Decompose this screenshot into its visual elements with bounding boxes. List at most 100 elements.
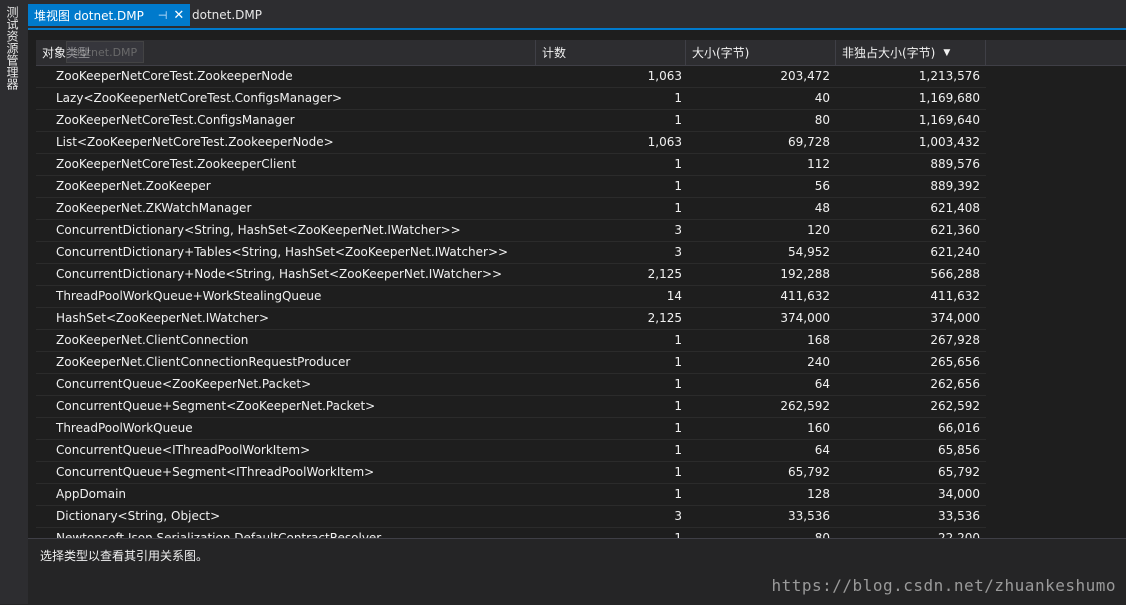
cell-size: 56: [814, 179, 830, 193]
test-explorer-tab[interactable]: 测试资源管理器: [4, 6, 21, 90]
cell-inclusive-size: 566,288: [930, 267, 980, 281]
cell-count: 3: [674, 245, 682, 259]
cell-count: 1: [674, 91, 682, 105]
table-row[interactable]: List<ZooKeeperNetCoreTest.ZookeeperNode>…: [36, 132, 986, 154]
table-row[interactable]: ZooKeeperNet.ZooKeeper 1 56 889,392: [36, 176, 986, 198]
cell-size: 33,536: [788, 509, 830, 523]
close-icon[interactable]: ✕: [173, 8, 184, 23]
cell-count: 1: [674, 377, 682, 391]
column-header-size[interactable]: 大小(字节): [686, 40, 836, 65]
cell-object-type: ConcurrentDictionary+Node<String, HashSe…: [56, 267, 503, 281]
grid-header: 对象类型 计数 大小(字节) 非独占大小(字节) ▼ dotnet.DMP: [36, 40, 1126, 66]
cell-count: 1: [674, 113, 682, 127]
table-row[interactable]: ZooKeeperNet.ZKWatchManager 1 48 621,408: [36, 198, 986, 220]
table-row[interactable]: Lazy<ZooKeeperNetCoreTest.ConfigsManager…: [36, 88, 986, 110]
cell-count: 1: [674, 465, 682, 479]
tab-label: dotnet.DMP: [192, 8, 263, 22]
cell-object-type: ThreadPoolWorkQueue+WorkStealingQueue: [56, 289, 322, 303]
cell-inclusive-size: 66,016: [938, 421, 980, 435]
table-row[interactable]: ThreadPoolWorkQueue+WorkStealingQueue 14 4…: [36, 286, 986, 308]
cell-size: 80: [814, 531, 830, 538]
table-row[interactable]: ZooKeeperNetCoreTest.ConfigsManager 1 80 1,…: [36, 110, 986, 132]
cell-inclusive-size: 262,656: [930, 377, 980, 391]
pin-icon[interactable]: ⊣: [158, 9, 168, 22]
cell-object-type: Lazy<ZooKeeperNetCoreTest.ConfigsManager…: [56, 91, 343, 105]
reference-graph-panel: 选择类型以查看其引用关系图。 https://blog.csdn.net/zhu…: [28, 538, 1126, 605]
cell-inclusive-size: 411,632: [930, 289, 980, 303]
cell-object-type: ConcurrentQueue+Segment<IThreadPoolWorkI…: [56, 465, 375, 479]
sort-descending-icon: ▼: [943, 47, 951, 58]
cell-size: 374,000: [780, 311, 830, 325]
table-row[interactable]: ZooKeeperNet.ClientConnectionRequestProd…: [36, 352, 986, 374]
cell-inclusive-size: 889,392: [930, 179, 980, 193]
cell-size: 65,792: [788, 465, 830, 479]
cell-count: 1: [674, 487, 682, 501]
cell-count: 3: [674, 509, 682, 523]
cell-size: 69,728: [788, 135, 830, 149]
cell-object-type: ZooKeeperNet.ZooKeeper: [56, 179, 211, 193]
cell-size: 54,952: [788, 245, 830, 259]
heap-view-panel: 对象类型 计数 大小(字节) 非独占大小(字节) ▼ dotnet.DMP Zo…: [28, 30, 1126, 538]
cell-count: 1,063: [647, 135, 682, 149]
cell-size: 80: [814, 113, 830, 127]
column-label: 大小(字节): [692, 46, 750, 60]
table-row[interactable]: ConcurrentQueue<IThreadPoolWorkItem> 1 64 6…: [36, 440, 986, 462]
column-label: 非独占大小(字节): [842, 46, 936, 60]
cell-object-type: ConcurrentDictionary<String, HashSet<Zoo…: [56, 223, 461, 237]
cell-object-type: ZooKeeperNetCoreTest.ConfigsManager: [56, 113, 295, 127]
watermark: https://blog.csdn.net/zhuankeshumo: [771, 576, 1116, 595]
table-row[interactable]: ZooKeeperNetCoreTest.ZookeeperNode 1,063 2…: [36, 66, 986, 88]
column-header-count[interactable]: 计数: [536, 40, 686, 65]
cell-size: 160: [807, 421, 830, 435]
side-panel-strip: 测试资源管理器: [0, 0, 29, 604]
cell-inclusive-size: 33,536: [938, 509, 980, 523]
cell-object-type: AppDomain: [56, 487, 127, 501]
cell-count: 1: [674, 333, 682, 347]
cell-size: 40: [814, 91, 830, 105]
column-header-inclusive-size[interactable]: 非独占大小(字节) ▼: [836, 40, 986, 65]
cell-count: 1: [674, 201, 682, 215]
cell-size: 120: [807, 223, 830, 237]
table-row[interactable]: AppDomain 1 128 34,000: [36, 484, 986, 506]
cell-count: 1: [674, 421, 682, 435]
table-row[interactable]: HashSet<ZooKeeperNet.IWatcher> 2,125 374,0…: [36, 308, 986, 330]
status-message: 选择类型以查看其引用关系图。: [40, 549, 209, 563]
cell-object-type: List<ZooKeeperNetCoreTest.ZookeeperNode>: [56, 135, 334, 149]
cell-inclusive-size: 621,360: [930, 223, 980, 237]
cell-inclusive-size: 34,000: [938, 487, 980, 501]
table-row[interactable]: ZooKeeperNetCoreTest.ZookeeperClient 1 112…: [36, 154, 986, 176]
document-tab-bar: 堆视图 dotnet.DMP ⊣ ✕ dotnet.DMP: [28, 0, 1126, 30]
cell-inclusive-size: 267,928: [930, 333, 980, 347]
cell-inclusive-size: 262,592: [930, 399, 980, 413]
cell-object-type: ZooKeeperNetCoreTest.ZookeeperNode: [56, 69, 293, 83]
cell-count: 1,063: [647, 69, 682, 83]
object-type-grid: 对象类型 计数 大小(字节) 非独占大小(字节) ▼ dotnet.DMP Zo…: [36, 40, 1126, 538]
table-row[interactable]: ConcurrentQueue+Segment<ZooKeeperNet.Pac…: [36, 396, 986, 418]
table-row[interactable]: ConcurrentQueue<ZooKeeperNet.Packet> 1 64 2…: [36, 374, 986, 396]
table-row[interactable]: ConcurrentDictionary<String, HashSet<Zoo…: [36, 220, 986, 242]
table-row[interactable]: Dictionary<String, Object> 3 33,536 33,536: [36, 506, 986, 528]
cell-count: 1: [674, 157, 682, 171]
tab-label: 堆视图 dotnet.DMP: [34, 8, 144, 23]
table-row[interactable]: Newtonsoft.Json.Serialization.DefaultCon…: [36, 528, 986, 538]
cell-size: 262,592: [780, 399, 830, 413]
cell-inclusive-size: 65,792: [938, 465, 980, 479]
table-row[interactable]: ConcurrentDictionary+Node<String, HashSe…: [36, 264, 986, 286]
cell-count: 1: [674, 355, 682, 369]
cell-inclusive-size: 1,169,640: [918, 113, 980, 127]
cell-count: 1: [674, 443, 682, 457]
cell-object-type: HashSet<ZooKeeperNet.IWatcher>: [56, 311, 270, 325]
cell-inclusive-size: 265,656: [930, 355, 980, 369]
table-row[interactable]: ConcurrentQueue+Segment<IThreadPoolWorkI…: [36, 462, 986, 484]
cell-object-type: ConcurrentDictionary+Tables<String, Hash…: [56, 245, 509, 259]
cell-inclusive-size: 65,856: [938, 443, 980, 457]
table-row[interactable]: ConcurrentDictionary+Tables<String, Hash…: [36, 242, 986, 264]
tab-dump-summary[interactable]: dotnet.DMP: [186, 4, 268, 26]
cell-inclusive-size: 1,003,432: [918, 135, 980, 149]
table-row[interactable]: ThreadPoolWorkQueue 1 160 66,016: [36, 418, 986, 440]
tab-heap-view[interactable]: 堆视图 dotnet.DMP ⊣ ✕: [28, 4, 190, 26]
grid-rows: ZooKeeperNetCoreTest.ZookeeperNode 1,063 2…: [36, 66, 1126, 538]
table-row[interactable]: ZooKeeperNet.ClientConnection 1 168 267,928: [36, 330, 986, 352]
cell-inclusive-size: 889,576: [930, 157, 980, 171]
cell-size: 64: [814, 377, 830, 391]
